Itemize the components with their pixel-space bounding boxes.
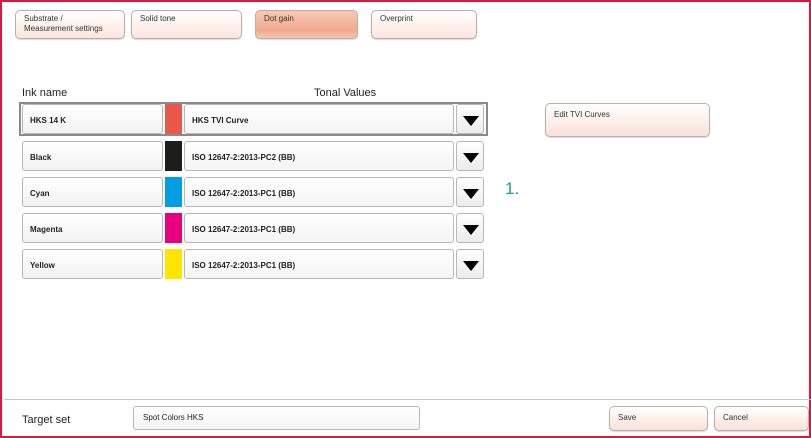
- ink-name-field[interactable]: Black: [22, 141, 163, 171]
- tvi-curve-field[interactable]: ISO 12647-2:2013-PC2 (BB): [184, 141, 454, 171]
- triangle-down-icon: [463, 189, 479, 199]
- tab-overprint[interactable]: Overprint: [371, 10, 477, 39]
- edit-tvi-curves-button[interactable]: Edit TVI Curves: [545, 103, 710, 137]
- ink-color-swatch: [165, 104, 182, 134]
- ink-color-swatch: [165, 249, 182, 279]
- ink-color-swatch: [165, 141, 182, 171]
- app-window: Substrate / Measurement settings Solid t…: [0, 0, 811, 438]
- curve-dropdown-button[interactable]: [456, 177, 484, 207]
- triangle-down-icon: [463, 116, 479, 126]
- ink-name-field[interactable]: Yellow: [22, 249, 163, 279]
- target-set-field[interactable]: Spot Colors HKS: [133, 406, 420, 430]
- tab-solid-tone[interactable]: Solid tone: [131, 10, 242, 39]
- tvi-curve-field[interactable]: ISO 12647-2:2013-PC1 (BB): [184, 249, 454, 279]
- ink-color-swatch: [165, 213, 182, 243]
- footer-divider: [4, 399, 811, 400]
- tab-dot-gain[interactable]: Dot gain: [255, 10, 358, 39]
- target-set-label: Target set: [22, 414, 71, 426]
- ink-name-field[interactable]: Magenta: [22, 213, 163, 243]
- ink-color-swatch: [165, 177, 182, 207]
- curve-dropdown-button[interactable]: [456, 141, 484, 171]
- step-annotation: 1.: [505, 179, 520, 198]
- curve-dropdown-button[interactable]: [456, 249, 484, 279]
- tvi-curve-field[interactable]: HKS TVI Curve: [184, 104, 454, 134]
- ink-name-header: Ink name: [22, 87, 68, 99]
- curve-dropdown-button[interactable]: [456, 104, 484, 134]
- triangle-down-icon: [463, 225, 479, 235]
- curve-dropdown-button[interactable]: [456, 213, 484, 243]
- tvi-curve-field[interactable]: ISO 12647-2:2013-PC1 (BB): [184, 213, 454, 243]
- save-button[interactable]: Save: [609, 406, 708, 431]
- ink-name-field[interactable]: Cyan: [22, 177, 163, 207]
- tab-substrate-measurement-settings[interactable]: Substrate / Measurement settings: [15, 10, 125, 39]
- triangle-down-icon: [463, 261, 479, 271]
- cancel-button[interactable]: Cancel: [714, 406, 809, 431]
- triangle-down-icon: [463, 153, 479, 163]
- ink-name-field[interactable]: HKS 14 K: [22, 104, 163, 134]
- tonal-values-header: Tonal Values: [314, 87, 377, 99]
- tvi-curve-field[interactable]: ISO 12647-2:2013-PC1 (BB): [184, 177, 454, 207]
